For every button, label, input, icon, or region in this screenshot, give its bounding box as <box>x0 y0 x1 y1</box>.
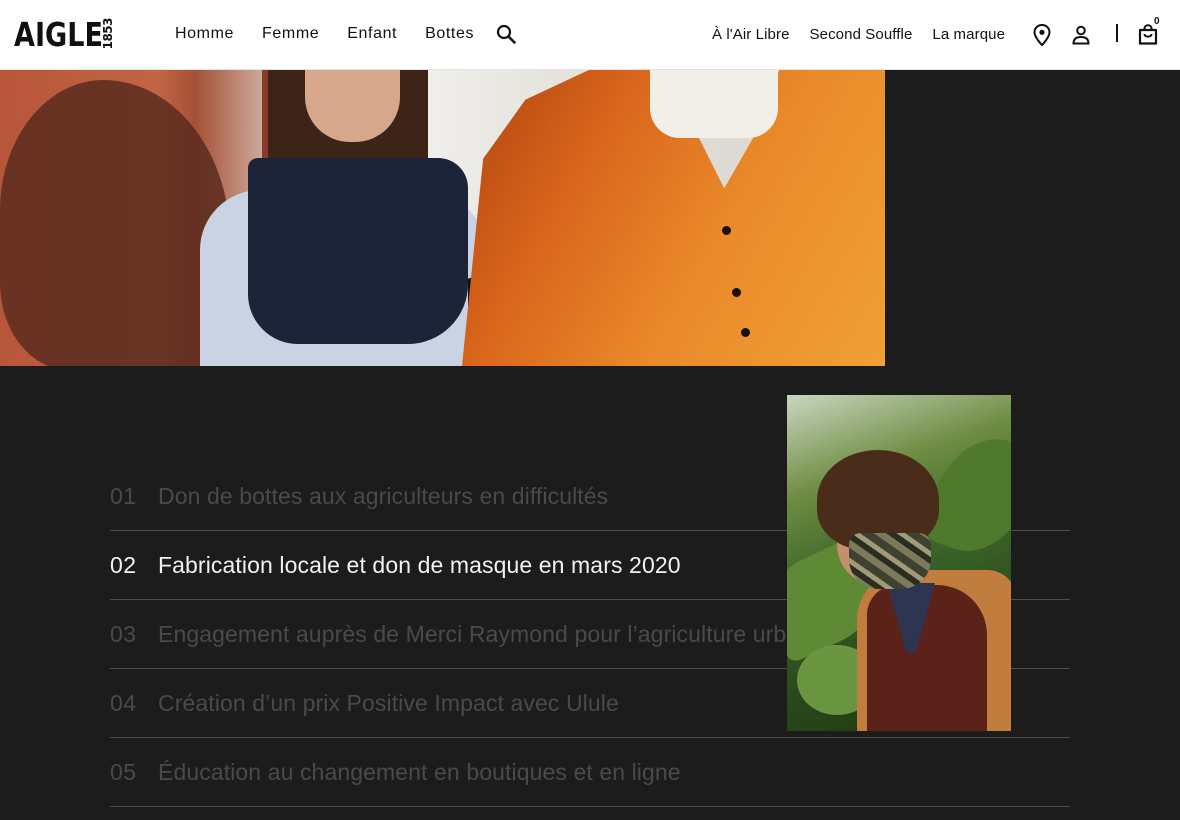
search-icon[interactable] <box>495 23 517 45</box>
item-number: 03 <box>110 620 137 647</box>
item-title: Don de bottes aux agriculteurs en diffic… <box>158 482 609 509</box>
list-item[interactable]: 05 Éducation au changement en boutiques … <box>110 738 1070 807</box>
nav-homme[interactable]: Homme <box>175 22 234 46</box>
user-icon[interactable] <box>1071 24 1091 46</box>
item-title: Éducation au changement en boutiques et … <box>158 758 681 785</box>
main-nav: Homme Femme Enfant Bottes <box>175 22 502 46</box>
logo-wordmark: AIGLE <box>14 14 103 54</box>
item-title: Engagement auprès de Merci Raymond pour … <box>158 620 831 647</box>
masked-portrait-image <box>787 395 1011 731</box>
logo-year: 1853 <box>101 18 115 50</box>
nav-air-libre[interactable]: À l'Air Libre <box>712 23 790 47</box>
item-number: 01 <box>110 482 137 509</box>
nav-second-souffle[interactable]: Second Souffle <box>810 23 913 47</box>
item-number: 05 <box>110 758 137 785</box>
aigle-logo[interactable]: AIGLE 1853 <box>14 16 115 52</box>
cart-count-badge: 0 <box>1154 16 1160 27</box>
nav-la-marque[interactable]: La marque <box>932 23 1005 47</box>
hero-image <box>0 70 885 366</box>
secondary-nav: À l'Air Libre Second Souffle La marque <box>712 23 1025 47</box>
item-title: Création d’un prix Positive Impact avec … <box>158 689 619 716</box>
nav-bottes[interactable]: Bottes <box>425 22 474 46</box>
nav-femme[interactable]: Femme <box>262 22 319 46</box>
item-title: Fabrication locale et don de masque en m… <box>158 551 681 578</box>
site-header: AIGLE 1853 Homme Femme Enfant Bottes À l… <box>0 0 1180 70</box>
item-number: 04 <box>110 689 137 716</box>
location-pin-icon[interactable] <box>1032 23 1052 47</box>
item-number: 02 <box>110 551 137 578</box>
header-divider <box>1116 24 1118 42</box>
nav-enfant[interactable]: Enfant <box>347 22 397 46</box>
